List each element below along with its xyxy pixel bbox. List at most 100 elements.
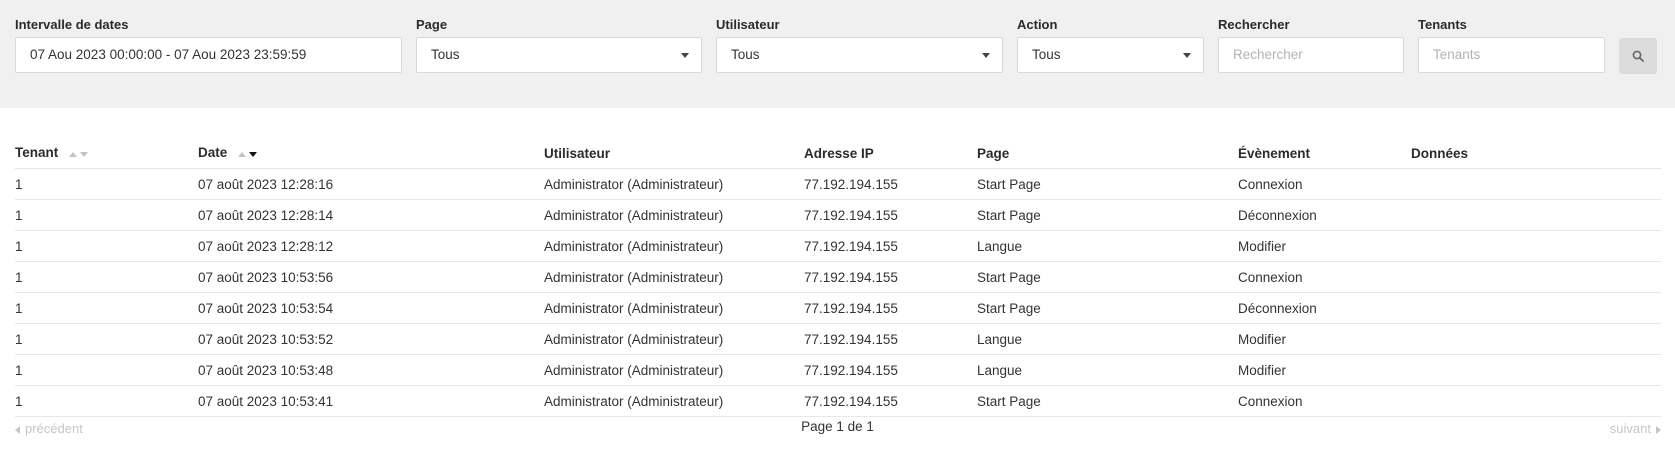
cell-data (1411, 323, 1661, 355)
cell-data (1411, 168, 1661, 200)
cell-tenant: 1 (15, 323, 198, 355)
sort-ascending-icon (238, 151, 247, 157)
user-filter-select[interactable]: Tous (716, 37, 1003, 73)
pagination-next-label: suivant (1609, 421, 1651, 436)
page-filter-select[interactable]: Tous (416, 37, 702, 73)
cell-event: Déconnexion (1238, 199, 1411, 231)
table-row: 1 07 août 2023 10:53:54 Administrator (A… (15, 292, 1661, 324)
table-row: 1 07 août 2023 12:28:12 Administrator (A… (15, 230, 1661, 262)
action-filter-label: Action (1017, 17, 1058, 32)
cell-page: Start Page (977, 261, 1238, 293)
page-filter-label: Page (416, 17, 448, 32)
cell-tenant: 1 (15, 168, 198, 200)
table-row: 1 07 août 2023 10:53:48 Administrator (A… (15, 354, 1661, 386)
cell-tenant: 1 (15, 292, 198, 324)
cell-event: Modifier (1238, 323, 1411, 355)
chevron-right-icon (1656, 425, 1661, 434)
search-label: Rechercher (1218, 17, 1290, 32)
cell-tenant: 1 (15, 199, 198, 231)
sort-ascending-icon (69, 151, 78, 157)
filter-bar: Intervalle de dates 07 Aou 2023 00:00:00… (0, 0, 1675, 108)
tenants-label: Tenants (1418, 17, 1467, 32)
cell-data (1411, 385, 1661, 417)
cell-tenant: 1 (15, 385, 198, 417)
cell-ip: 77.192.194.155 (804, 261, 977, 293)
audit-log-table: Tenant Date Utilisateur Adresse IP Page … (15, 138, 1661, 417)
cell-data (1411, 292, 1661, 324)
cell-tenant: 1 (15, 230, 198, 262)
cell-date: 07 août 2023 10:53:48 (198, 354, 544, 386)
table-row: 1 07 août 2023 10:53:52 Administrator (A… (15, 323, 1661, 355)
date-range-label: Intervalle de dates (15, 17, 129, 32)
table-row: 1 07 août 2023 12:28:16 Administrator (A… (15, 168, 1661, 200)
tenants-input[interactable]: Tenants (1418, 37, 1605, 73)
cell-date: 07 août 2023 12:28:16 (198, 168, 544, 200)
cell-page: Start Page (977, 292, 1238, 324)
cell-event: Modifier (1238, 354, 1411, 386)
cell-user: Administrator (Administrateur) (544, 292, 804, 324)
cell-ip: 77.192.194.155 (804, 323, 977, 355)
cell-user: Administrator (Administrateur) (544, 385, 804, 417)
cell-ip: 77.192.194.155 (804, 354, 977, 386)
cell-page: Langue (977, 354, 1238, 386)
cell-user: Administrator (Administrateur) (544, 230, 804, 262)
search-icon (1632, 50, 1644, 62)
cell-date: 07 août 2023 12:28:14 (198, 199, 544, 231)
cell-ip: 77.192.194.155 (804, 168, 977, 200)
cell-date: 07 août 2023 10:53:52 (198, 323, 544, 355)
cell-data (1411, 261, 1661, 293)
cell-date: 07 août 2023 10:53:56 (198, 261, 544, 293)
cell-user: Administrator (Administrateur) (544, 199, 804, 231)
search-input[interactable]: Rechercher (1218, 37, 1404, 73)
sort-descending-icon (80, 151, 89, 157)
cell-event: Connexion (1238, 261, 1411, 293)
cell-page: Langue (977, 323, 1238, 355)
column-header-date[interactable]: Date (198, 138, 544, 169)
cell-page: Start Page (977, 199, 1238, 231)
sort-descending-active-icon (249, 151, 258, 157)
table-row: 1 07 août 2023 12:28:14 Administrator (A… (15, 199, 1661, 231)
column-header-user: Utilisateur (544, 138, 804, 169)
cell-page: Start Page (977, 385, 1238, 417)
cell-ip: 77.192.194.155 (804, 230, 977, 262)
cell-data (1411, 230, 1661, 262)
page-filter-value: Tous (431, 47, 460, 62)
cell-user: Administrator (Administrateur) (544, 168, 804, 200)
cell-event: Connexion (1238, 168, 1411, 200)
cell-date: 07 août 2023 12:28:12 (198, 230, 544, 262)
chevron-down-icon (982, 53, 990, 58)
cell-user: Administrator (Administrateur) (544, 354, 804, 386)
sort-icons[interactable] (69, 146, 91, 161)
search-button[interactable] (1619, 38, 1657, 74)
chevron-down-icon (1183, 53, 1191, 58)
column-header-ip: Adresse IP (804, 138, 977, 169)
table-header-row: Tenant Date Utilisateur Adresse IP Page … (15, 138, 1661, 169)
cell-page: Start Page (977, 168, 1238, 200)
column-header-event: Évènement (1238, 138, 1411, 169)
action-filter-value: Tous (1032, 47, 1061, 62)
table-row: 1 07 août 2023 10:53:41 Administrator (A… (15, 385, 1661, 417)
column-header-label: Date (198, 145, 228, 161)
table-row: 1 07 août 2023 10:53:56 Administrator (A… (15, 261, 1661, 293)
column-header-label: Tenant (15, 145, 59, 161)
cell-event: Connexion (1238, 385, 1411, 417)
cell-ip: 77.192.194.155 (804, 199, 977, 231)
cell-tenant: 1 (15, 354, 198, 386)
cell-event: Déconnexion (1238, 292, 1411, 324)
sort-icons[interactable] (238, 146, 260, 161)
cell-data (1411, 354, 1661, 386)
cell-ip: 77.192.194.155 (804, 292, 977, 324)
cell-date: 07 août 2023 10:53:54 (198, 292, 544, 324)
pagination-info: Page 1 de 1 (801, 419, 874, 434)
cell-tenant: 1 (15, 261, 198, 293)
cell-page: Langue (977, 230, 1238, 262)
column-header-tenant[interactable]: Tenant (15, 138, 198, 169)
action-filter-select[interactable]: Tous (1017, 37, 1204, 73)
cell-event: Modifier (1238, 230, 1411, 262)
user-filter-value: Tous (731, 47, 760, 62)
cell-date: 07 août 2023 10:53:41 (198, 385, 544, 417)
pagination-next[interactable]: suivant (1610, 421, 1661, 436)
date-range-input[interactable]: 07 Aou 2023 00:00:00 - 07 Aou 2023 23:59… (15, 37, 402, 73)
column-header-data: Données (1411, 138, 1661, 169)
cell-user: Administrator (Administrateur) (544, 261, 804, 293)
